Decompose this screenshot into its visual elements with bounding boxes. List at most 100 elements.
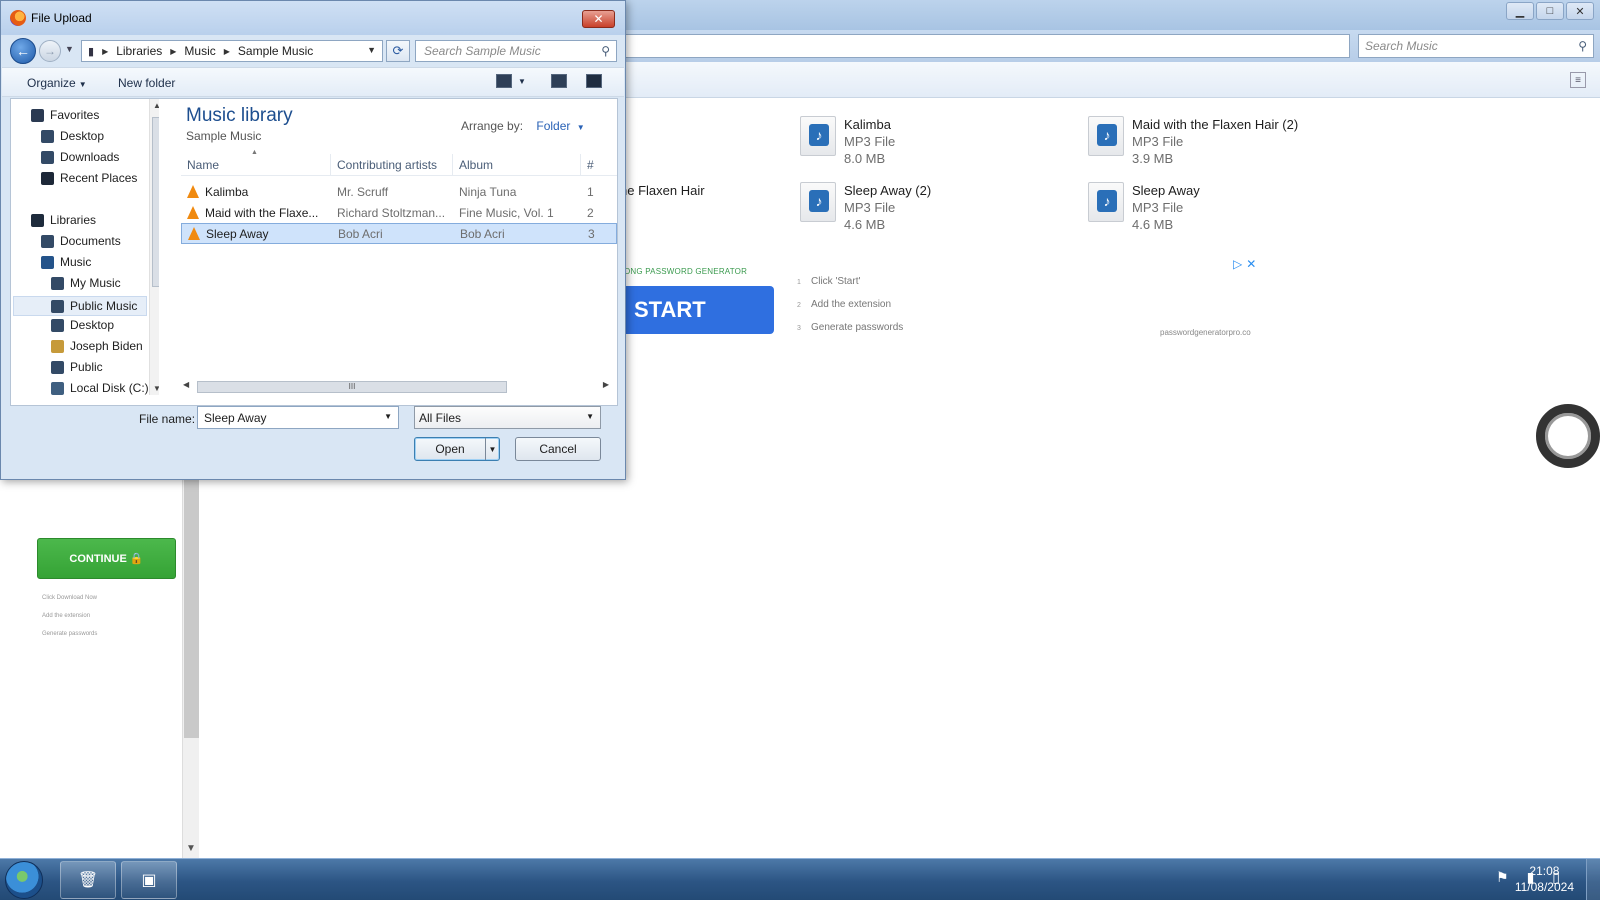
nav-item-desktop-library[interactable]: Desktop: [51, 318, 114, 332]
cancel-button[interactable]: Cancel: [515, 437, 601, 461]
step-number: 3: [797, 325, 801, 332]
dialog-search-input[interactable]: Search Sample Music ⚲: [415, 40, 617, 62]
file-name-value: Sleep Away: [204, 410, 267, 425]
explorer-taskbar-icon[interactable]: ▣: [121, 861, 177, 899]
forward-arrow-icon[interactable]: →: [39, 40, 61, 62]
column-header-number[interactable]: #: [581, 154, 615, 175]
action-center-flag-icon[interactable]: ⚑: [1496, 869, 1509, 886]
back-arrow-icon[interactable]: ←: [10, 38, 36, 64]
column-header-album[interactable]: Album: [453, 154, 581, 175]
search-icon[interactable]: ⚲: [601, 44, 610, 58]
scrollbar-thumb[interactable]: [184, 478, 199, 738]
table-row[interactable]: Kalimba Mr. Scruff Ninja Tuna 1: [181, 181, 617, 202]
breadcrumb-item-music[interactable]: Music: [184, 44, 215, 58]
recent-locations-dropdown-icon[interactable]: ▼: [65, 44, 74, 54]
chevron-down-icon[interactable]: ▼: [586, 412, 594, 421]
library-subtitle: Sample Music: [186, 129, 262, 143]
scroll-left-arrow-icon[interactable]: ◀: [183, 380, 189, 389]
navigation-pane-scrollbar[interactable]: ▲ ▼: [149, 99, 159, 395]
file-list-horizontal-scrollbar[interactable]: ◀ III ▶: [181, 379, 611, 394]
nav-item-joseph-biden[interactable]: Joseph Biden: [51, 339, 143, 353]
file-type-select[interactable]: All Files ▼: [414, 406, 601, 429]
background-address-field[interactable]: [620, 34, 1350, 58]
scroll-down-arrow-icon[interactable]: ▼: [186, 843, 196, 854]
file-tile-maid-with-the-flaxen-hair-2[interactable]: Maid with the Flaxen Hair (2) MP3 File 3…: [1088, 116, 1298, 167]
new-folder-button[interactable]: New folder: [118, 76, 175, 90]
file-tile-sleep-away[interactable]: Sleep Away MP3 File 4.6 MB: [1088, 182, 1200, 233]
nav-item-public-music[interactable]: Public Music: [13, 296, 147, 316]
track-number-cell: 3: [588, 226, 595, 241]
show-desktop-button[interactable]: [1586, 859, 1600, 900]
change-view-icon[interactable]: [496, 74, 512, 88]
nav-item-music[interactable]: Music: [41, 255, 91, 269]
table-row-selected[interactable]: Sleep Away Bob Acri Bob Acri 3: [181, 223, 617, 244]
page-vertical-scrollbar[interactable]: ▼: [182, 478, 199, 858]
view-options-icon[interactable]: ≡: [1570, 72, 1586, 88]
file-type: MP3 File: [844, 134, 896, 149]
minimize-button[interactable]: ▁: [1506, 2, 1534, 20]
chevron-down-icon[interactable]: ▼: [577, 123, 585, 132]
nav-item-public[interactable]: Public: [51, 360, 103, 374]
preview-pane-icon[interactable]: [551, 74, 567, 88]
nav-item-my-music[interactable]: My Music: [51, 276, 121, 290]
ad-step: 3 Generate passwords: [797, 317, 903, 340]
breadcrumb-item-libraries[interactable]: Libraries: [116, 44, 162, 58]
breadcrumb[interactable]: ▮ ▶ Libraries ▶ Music ▶ Sample Music ▼: [81, 40, 383, 62]
view-dropdown-icon[interactable]: ▼: [518, 77, 526, 86]
step-label: Click 'Start': [811, 276, 861, 287]
vlc-icon: [187, 205, 199, 219]
file-tile-sleep-away-2[interactable]: Sleep Away (2) MP3 File 4.6 MB: [800, 182, 931, 233]
downloads-icon: [41, 150, 54, 164]
nav-item-favorites[interactable]: Favorites: [31, 108, 99, 122]
open-button[interactable]: Open ▼: [414, 437, 500, 461]
record-circle-icon[interactable]: [1536, 404, 1600, 468]
dialog-titlebar[interactable]: File Upload ✕: [1, 1, 625, 35]
continue-button[interactable]: CONTINUE 🔒: [37, 538, 176, 579]
system-clock[interactable]: 21:08 11/08/2024: [1515, 863, 1574, 895]
arrange-by-value[interactable]: Folder: [536, 119, 570, 133]
user-folder-icon: [51, 339, 64, 353]
close-button[interactable]: ✕: [1566, 2, 1594, 20]
open-options-dropdown-icon[interactable]: ▼: [485, 438, 499, 460]
start-button-icon[interactable]: [5, 861, 43, 899]
maximize-button[interactable]: □: [1536, 2, 1564, 20]
file-tile-kalimba[interactable]: Kalimba MP3 File 8.0 MB: [800, 116, 895, 167]
scroll-right-arrow-icon[interactable]: ▶: [603, 380, 609, 389]
column-header-contributing-artists[interactable]: Contributing artists: [331, 154, 453, 175]
scroll-down-arrow-icon[interactable]: ▼: [153, 384, 159, 393]
ad-choices-icon[interactable]: ▷: [1233, 257, 1242, 271]
help-icon[interactable]: [586, 74, 602, 88]
search-icon[interactable]: ⚲: [1578, 39, 1587, 53]
nav-item-local-disk[interactable]: Local Disk (C:): [51, 381, 149, 395]
breadcrumb-separator-icon[interactable]: ▶: [224, 47, 230, 56]
partially-hidden-file-name[interactable]: ne Flaxen Hair: [620, 183, 705, 198]
ad-start-button[interactable]: START: [622, 286, 774, 334]
table-row[interactable]: Maid with the Flaxe... Richard Stoltzman…: [181, 202, 617, 223]
left-ad-step: Click Download Now: [42, 595, 98, 601]
refresh-icon[interactable]: ⟳: [386, 40, 410, 62]
nav-item-desktop[interactable]: Desktop: [41, 129, 104, 143]
breadcrumb-separator-icon[interactable]: ▶: [102, 47, 108, 56]
recycle-bin-taskbar-icon[interactable]: 🗑: [60, 861, 116, 899]
breadcrumb-dropdown-icon[interactable]: ▼: [367, 45, 376, 55]
file-name-input[interactable]: Sleep Away ▼: [197, 406, 399, 429]
dialog-close-button[interactable]: ✕: [582, 10, 615, 28]
background-search-input[interactable]: Search Music ⚲: [1358, 34, 1594, 58]
scrollbar-thumb[interactable]: [152, 117, 159, 287]
nav-item-recent-places[interactable]: Recent Places: [41, 171, 137, 185]
nav-item-downloads[interactable]: Downloads: [41, 150, 119, 164]
column-header-name[interactable]: Name: [181, 154, 331, 175]
nav-item-libraries[interactable]: Libraries: [31, 213, 96, 227]
step-label: Add the extension: [811, 299, 892, 310]
nav-item-documents[interactable]: Documents: [41, 234, 121, 248]
chevron-down-icon[interactable]: ▼: [384, 412, 392, 421]
scrollbar-thumb[interactable]: III: [197, 381, 507, 393]
scroll-up-arrow-icon[interactable]: ▲: [153, 101, 159, 110]
arrange-by[interactable]: Arrange by: Folder ▼: [461, 119, 585, 133]
breadcrumb-separator-icon[interactable]: ▶: [170, 47, 176, 56]
organize-menu[interactable]: Organize ▼: [27, 76, 87, 90]
ad-close-icon[interactable]: ✕: [1246, 257, 1256, 271]
ad-domain[interactable]: passwordgeneratorpro.co: [1160, 328, 1251, 337]
breadcrumb-item-sample-music[interactable]: Sample Music: [238, 44, 313, 58]
vlc-icon: [188, 226, 200, 240]
